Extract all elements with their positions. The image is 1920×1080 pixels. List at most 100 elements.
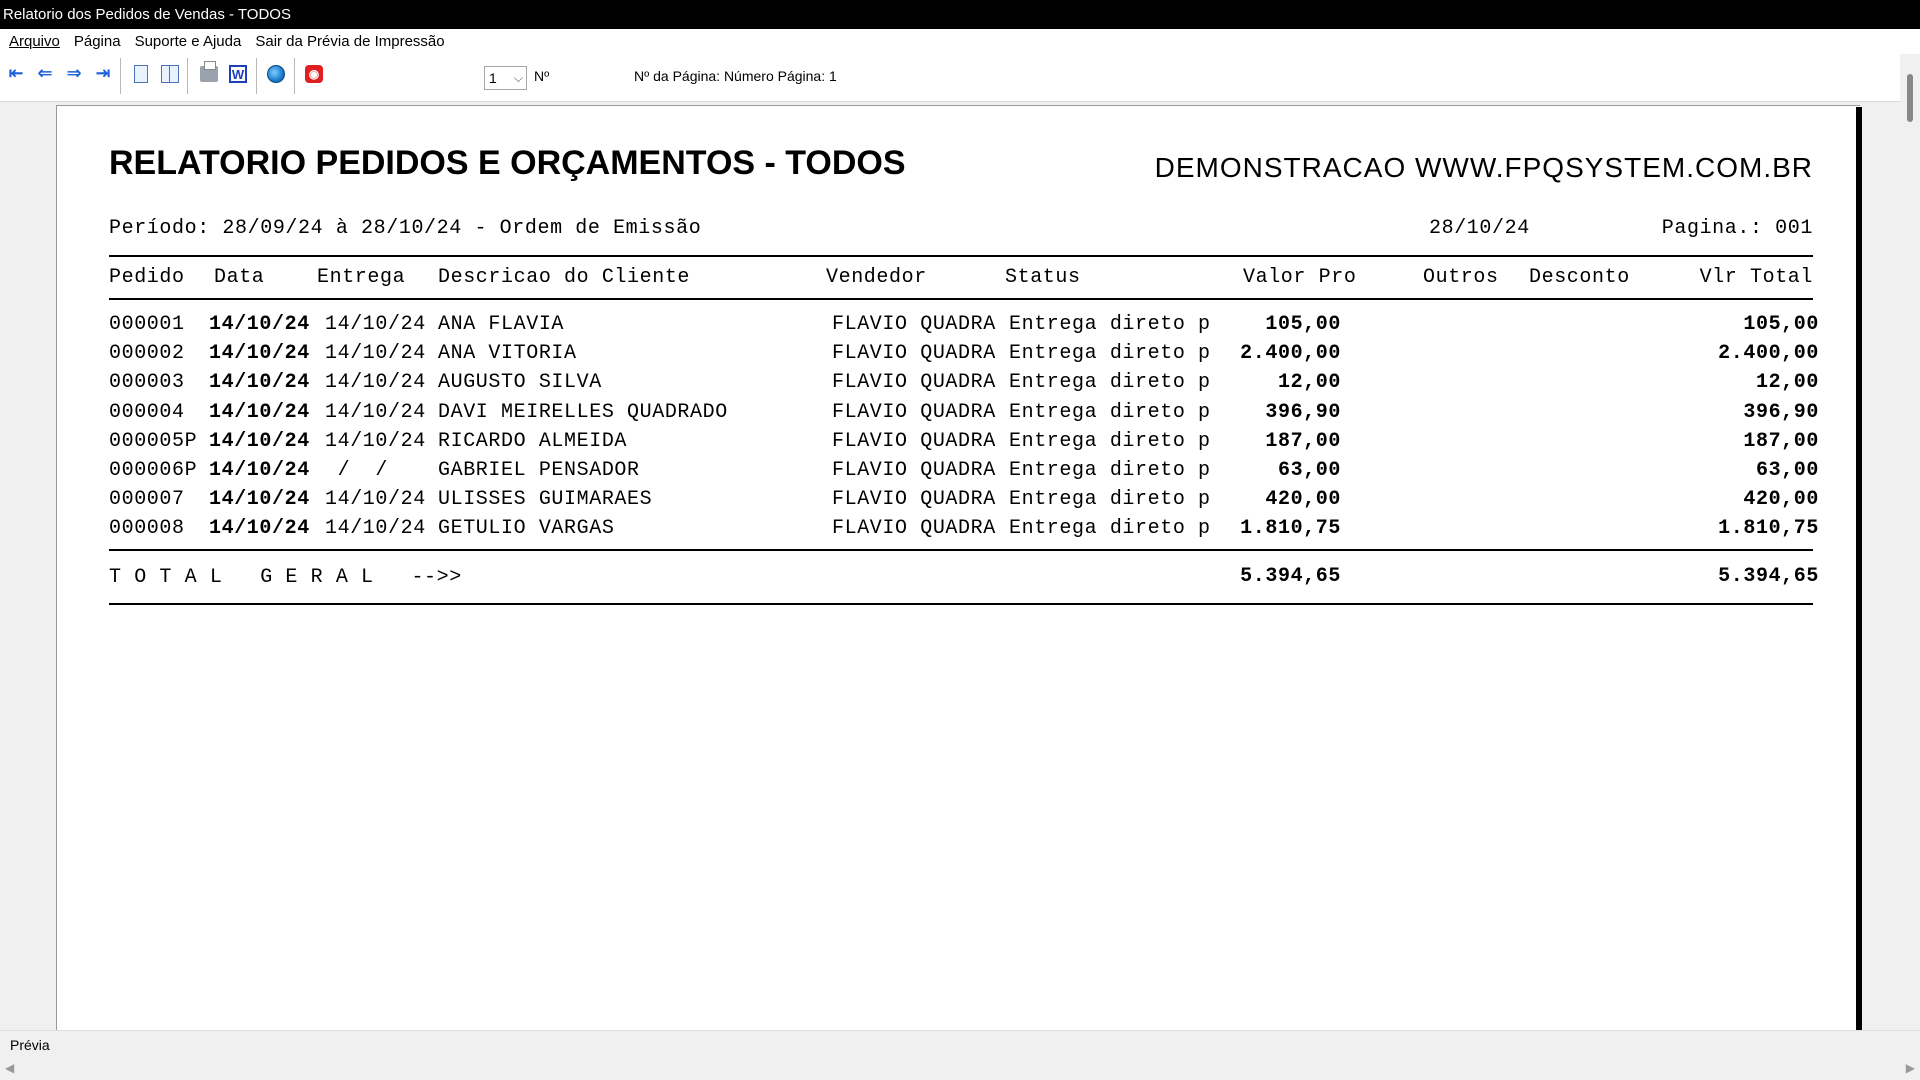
header-rule-bottom [109,298,1813,300]
cell-valor: 63,00 [1277,459,1341,482]
col-cliente: Descricao do Cliente [438,266,691,289]
cell-cliente: RICARDO ALMEIDA [438,429,628,453]
horizontal-scrollbar[interactable]: ◀ ▶ [0,1058,1920,1080]
scroll-right-icon[interactable]: ▶ [1906,1061,1915,1075]
cell-vendedor: FLAVIO QUADRA [832,400,996,424]
cell-vendedor: FLAVIO QUADRA [832,459,996,482]
cell-data: 14/10/24 [209,488,310,512]
cell-data: 14/10/24 [209,313,310,336]
report-title: RELATORIO PEDIDOS E ORÇAMENTOS - TODOS [109,144,906,182]
cell-data: 14/10/24 [209,429,310,453]
cell-entrega: 14/10/24 [325,371,426,395]
col-data: Data [214,266,265,289]
window-title: Relatorio dos Pedidos de Vendas - TODOS [0,0,1920,29]
cell-pedido: 000007 [109,488,185,512]
menu-arquivo[interactable]: Arquivo [4,33,69,50]
cell-entrega: / / [325,459,389,482]
cell-vendedor: FLAVIO QUADRA [832,488,996,512]
menu-bar: Arquivo Página Suporte e Ajuda Sair da P… [0,29,1920,54]
cell-vendedor: FLAVIO QUADRA [832,517,996,541]
col-outros: Outros [1423,266,1499,289]
stop-icon[interactable]: ◉ [302,62,326,86]
cell-total: 187,00 [1743,429,1819,453]
cell-data: 14/10/24 [209,371,310,395]
cell-cliente: AUGUSTO SILVA [438,371,602,395]
prev-page-icon[interactable]: ⇐ [33,62,57,86]
cell-data: 14/10/24 [209,459,310,482]
col-total: Vlr Total [1699,266,1813,289]
menu-suporte-ajuda[interactable]: Suporte e Ajuda [130,33,251,50]
col-vendedor: Vendedor [826,266,927,289]
col-entrega: Entrega [317,266,406,289]
cell-cliente: GABRIEL PENSADOR [438,459,640,482]
menu-pagina[interactable]: Página [69,33,130,50]
report-period: Período: 28/09/24 à 28/10/24 - Ordem de … [109,217,702,240]
cell-total: 396,90 [1743,400,1819,424]
cell-entrega: 14/10/24 [325,488,426,512]
vertical-scrollbar[interactable] [1900,54,1920,1058]
col-pedido: Pedido [109,266,185,289]
cell-entrega: 14/10/24 [325,313,426,336]
two-pages-icon[interactable] [158,62,182,86]
cell-cliente: ULISSES GUIMARAES [438,488,653,512]
scroll-left-icon[interactable]: ◀ [5,1061,14,1075]
next-page-icon[interactable]: ⇒ [62,62,86,86]
cell-total: 1.810,75 [1718,517,1819,541]
cell-total: 105,00 [1743,313,1819,336]
cell-valor: 396,90 [1265,400,1341,424]
cell-valor: 420,00 [1265,488,1341,512]
vertical-scroll-thumb[interactable] [1907,74,1913,122]
menu-sair-previa[interactable]: Sair da Prévia de Impressão [250,33,453,50]
status-bar: Prévia [0,1030,1920,1058]
cell-status: Entrega direto p [1009,517,1211,541]
cell-pedido: 000008 [109,517,185,541]
cell-total: 2.400,00 [1718,342,1819,366]
page-select[interactable]: 1 ⌵ [484,66,527,90]
cell-status: Entrega direto p [1009,313,1211,336]
cell-valor: 12,00 [1277,371,1341,395]
cell-pedido: 000005P [109,429,198,453]
page-number-label: Nº [534,68,550,84]
page-status-text: Nº da Página: Número Página: 1 [634,68,837,84]
toolbar: ⇤ ⇐ ⇒ ⇥ W ◉ 1 ⌵ Nº Nº da Página: Número … [0,54,1900,102]
cell-cliente: DAVI MEIRELLES QUADRADO [438,400,728,424]
print-icon[interactable] [197,61,221,86]
toolbar-separator [294,58,295,94]
word-export-icon[interactable]: W [226,62,250,86]
toolbar-separator [120,58,121,94]
col-desconto: Desconto [1529,266,1630,289]
cell-status: Entrega direto p [1009,488,1211,512]
single-page-icon[interactable] [129,62,153,86]
first-page-icon[interactable]: ⇤ [4,62,28,86]
cell-entrega: 14/10/24 [325,517,426,541]
web-icon[interactable] [264,62,288,86]
chevron-down-icon: ⌵ [513,71,523,85]
cell-valor: 187,00 [1265,429,1341,453]
cell-cliente: ANA VITORIA [438,342,577,366]
cell-pedido: 000002 [109,342,185,366]
cell-entrega: 14/10/24 [325,429,426,453]
total-geral: 5.394,65 [1718,565,1819,588]
report-page-number: Pagina.: 001 [1661,217,1813,240]
cell-total: 420,00 [1743,488,1819,512]
total-rule-top [109,549,1813,551]
cell-pedido: 000004 [109,400,185,424]
cell-vendedor: FLAVIO QUADRA [832,429,996,453]
cell-data: 14/10/24 [209,517,310,541]
cell-status: Entrega direto p [1009,459,1211,482]
cell-status: Entrega direto p [1009,342,1211,366]
cell-status: Entrega direto p [1009,371,1211,395]
last-page-icon[interactable]: ⇥ [91,62,115,86]
header-rule-top [109,255,1813,257]
cell-entrega: 14/10/24 [325,342,426,366]
report-date: 28/10/24 [1429,217,1530,240]
total-valor: 5.394,65 [1240,565,1341,588]
total-label: T O T A L G E R A L -->> [109,566,462,589]
cell-valor: 105,00 [1265,313,1341,336]
cell-pedido: 000006P [109,459,198,482]
preview-area[interactable]: RELATORIO PEDIDOS E ORÇAMENTOS - TODOS D… [0,103,1900,1030]
cell-valor: 2.400,00 [1240,342,1341,366]
report-page: RELATORIO PEDIDOS E ORÇAMENTOS - TODOS D… [56,105,1860,1030]
cell-cliente: ANA FLAVIA [438,313,565,336]
total-rule-bottom [109,603,1813,605]
